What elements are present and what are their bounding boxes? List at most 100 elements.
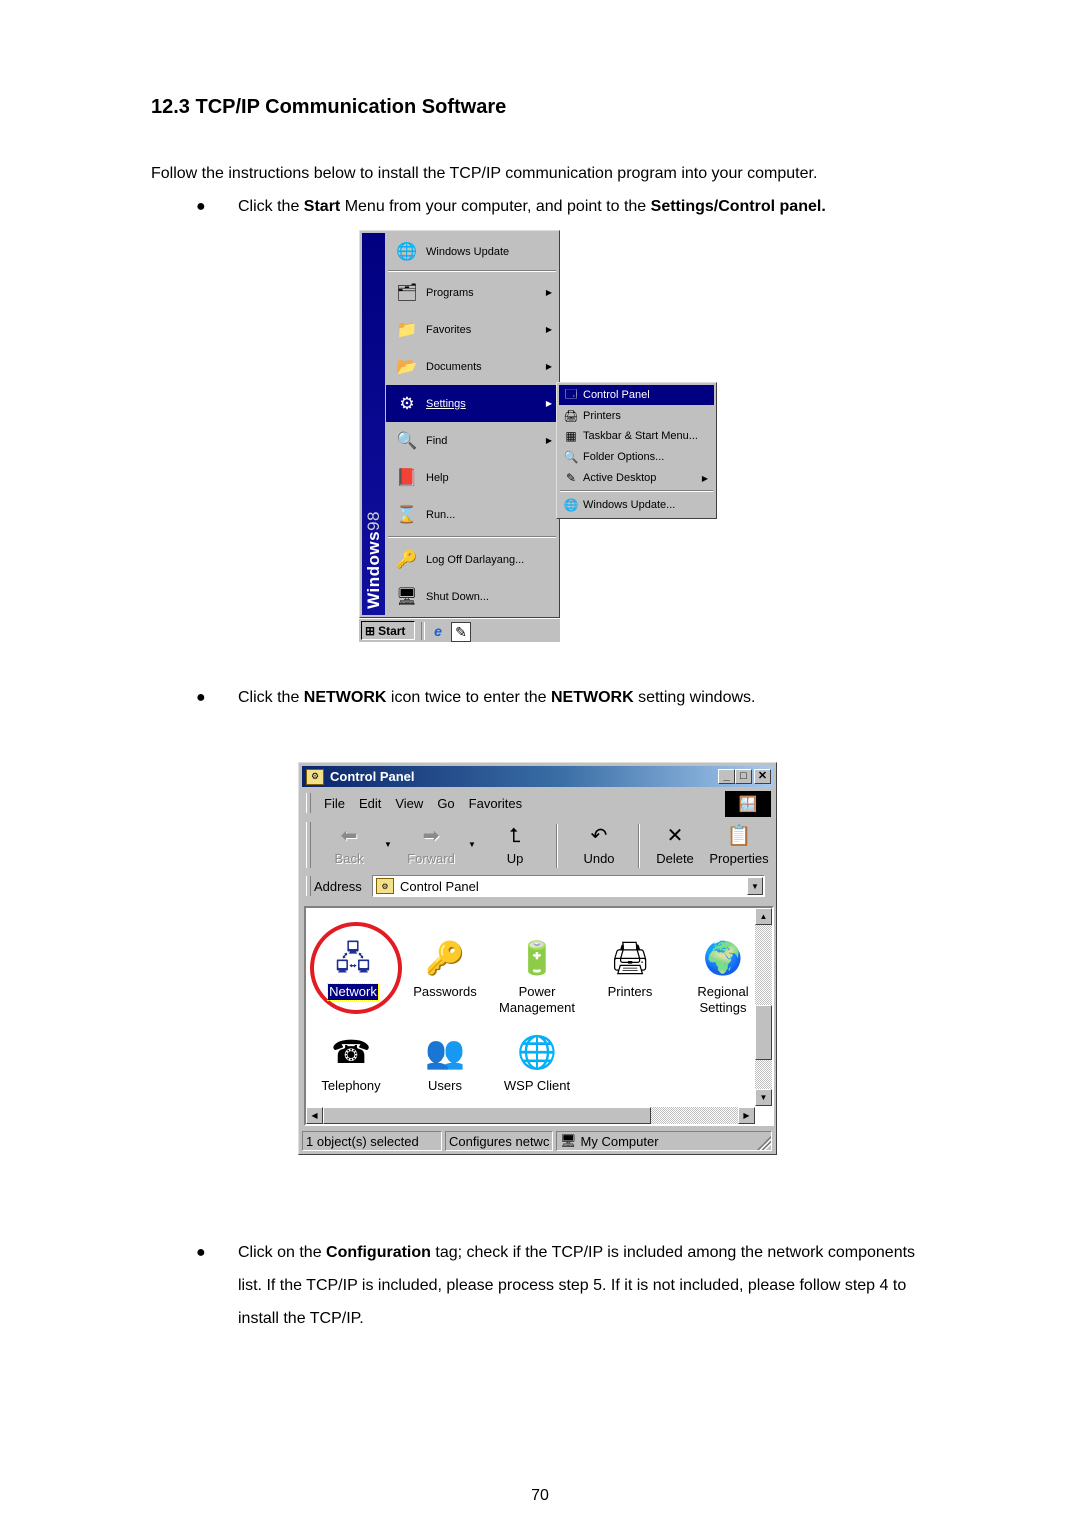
- scroll-down-icon[interactable]: ▼: [755, 1089, 772, 1106]
- start-item-help[interactable]: 📕 Help: [386, 459, 558, 496]
- bullet-3-glyph: ●: [196, 1244, 206, 1261]
- documents-folder-icon: 📂: [396, 356, 418, 376]
- start-item-label: Log Off Darlayang...: [426, 553, 525, 566]
- submenu-item-label: Windows Update...: [583, 499, 676, 511]
- start-button[interactable]: ⊞ Start: [361, 621, 415, 640]
- windows-logo-icon: 🪟: [725, 791, 771, 817]
- address-bar: Address ⚙ Control Panel ▼: [304, 873, 771, 899]
- menu-edit[interactable]: Edit: [359, 796, 381, 811]
- text-run-bold: Settings/Control panel.: [650, 198, 826, 215]
- start-item-log-off[interactable]: 🔑 Log Off Darlayang...: [386, 541, 558, 578]
- taskbar: ⊞ Start e ✎: [359, 618, 560, 642]
- menu-view[interactable]: View: [395, 796, 423, 811]
- submenu-item-label: Printers: [583, 410, 621, 422]
- cp-item-label: Power Management: [499, 984, 575, 1015]
- bullet-1-glyph: ●: [196, 198, 206, 215]
- banner-text: Windows98: [364, 511, 383, 609]
- printers-icon: 🖨: [563, 409, 579, 423]
- cp-item-network[interactable]: 🖧 Network: [308, 936, 398, 1001]
- find-magnifier-icon: 🔍: [396, 430, 418, 450]
- maximize-button[interactable]: □: [735, 769, 752, 784]
- submenu-arrow-icon: ▶: [545, 288, 552, 297]
- back-button[interactable]: ⬅ Back: [314, 820, 384, 870]
- cp-item-label: Network: [327, 983, 379, 1001]
- tool-label: Delete: [656, 851, 694, 866]
- regional-settings-globe-icon: 🌍: [703, 940, 743, 976]
- submenu-item-printers[interactable]: 🖨 Printers: [559, 406, 714, 426]
- start-item-programs[interactable]: 🗂 Programs ▶: [386, 274, 558, 311]
- cp-item-users[interactable]: 👥 Users: [400, 1030, 490, 1094]
- cp-item-wsp-client[interactable]: 🌐 WSP Client: [492, 1030, 582, 1094]
- submenu-item-taskbar[interactable]: ▦ Taskbar & Start Menu...: [559, 426, 714, 446]
- start-item-windows-update[interactable]: 🌐 Windows Update: [386, 233, 558, 270]
- start-item-shut-down[interactable]: 🖥 Shut Down...: [386, 578, 558, 615]
- submenu-item-label: Active Desktop: [583, 472, 657, 484]
- cp-item-printers[interactable]: 🖨 Printers: [585, 936, 675, 1000]
- forward-dropdown-icon[interactable]: ▼: [468, 840, 476, 849]
- tool-label: Up: [506, 851, 524, 866]
- close-button[interactable]: ✕: [754, 769, 771, 784]
- cp-item-telephony[interactable]: ☎ Telephony: [306, 1030, 396, 1094]
- cp-item-power-management[interactable]: 🔋 Power Management: [492, 936, 582, 1016]
- cp-item-passwords[interactable]: 🔑 Passwords: [400, 936, 490, 1000]
- programs-folder-icon: 🗂: [396, 282, 418, 302]
- submenu-item-label: Folder Options...: [583, 451, 665, 463]
- scroll-left-icon[interactable]: ◀: [306, 1107, 323, 1124]
- log-off-key-icon: 🔑: [396, 549, 418, 569]
- settings-icon: ⚙: [399, 393, 415, 413]
- properties-button[interactable]: 📋 Properties: [706, 820, 772, 870]
- folder-options-icon: 🔍: [563, 450, 579, 464]
- forward-button[interactable]: ➡ Forward: [396, 820, 466, 870]
- start-item-favorites[interactable]: 📁 Favorites ▶: [386, 311, 558, 348]
- submenu-arrow-icon: ▶: [545, 362, 552, 371]
- address-dropdown-icon[interactable]: ▼: [747, 877, 763, 895]
- internet-explorer-icon[interactable]: e: [429, 622, 447, 640]
- properties-icon: 📋: [726, 825, 752, 847]
- menu-favorites[interactable]: Favorites: [469, 796, 522, 811]
- minimize-button[interactable]: _: [718, 769, 735, 784]
- submenu-item-windows-update[interactable]: 🌐 Windows Update...: [559, 495, 714, 515]
- toolbar-grip[interactable]: [306, 876, 311, 896]
- vertical-scroll-thumb[interactable]: [755, 1005, 772, 1060]
- intro-paragraph: Follow the instructions below to install…: [151, 165, 818, 182]
- horizontal-scroll-thumb[interactable]: [323, 1107, 651, 1124]
- windows-update-icon: 🌐: [563, 498, 579, 512]
- start-item-settings[interactable]: ⚙ Settings ▶: [386, 385, 558, 422]
- toolbar-grip[interactable]: [306, 822, 311, 868]
- vertical-scrollbar[interactable]: ▲ ▼: [755, 908, 772, 1106]
- start-item-label: Help: [426, 471, 449, 484]
- text-run-bold: Start: [303, 198, 341, 215]
- back-dropdown-icon[interactable]: ▼: [384, 840, 392, 849]
- show-desktop-icon[interactable]: ✎: [451, 622, 471, 642]
- title-bar[interactable]: ⚙ Control Panel _ □ ✕: [302, 766, 773, 787]
- favorites-folder-icon: 📁: [396, 319, 418, 339]
- start-item-find[interactable]: 🔍 Find ▶: [386, 422, 558, 459]
- start-item-documents[interactable]: 📂 Documents ▶: [386, 348, 558, 385]
- text-run: Click on the: [238, 1244, 327, 1261]
- tool-label: Undo: [583, 851, 615, 866]
- submenu-item-active-desktop[interactable]: ✎ Active Desktop ▶: [559, 468, 714, 488]
- users-icon: 👥: [425, 1034, 465, 1070]
- submenu-item-control-panel[interactable]: 🗔 Control Panel: [559, 385, 714, 405]
- submenu-item-folder-options[interactable]: 🔍 Folder Options...: [559, 447, 714, 467]
- scroll-up-icon[interactable]: ▲: [755, 908, 772, 925]
- delete-button[interactable]: ✕ Delete: [640, 820, 710, 870]
- horizontal-scrollbar[interactable]: ◀ ▶: [306, 1107, 755, 1124]
- address-input[interactable]: ⚙ Control Panel ▼: [372, 875, 765, 897]
- start-item-run[interactable]: ⌛ Run...: [386, 496, 558, 533]
- text-run: setting windows.: [633, 689, 756, 706]
- menu-separator: [388, 536, 556, 538]
- undo-button[interactable]: ↶ Undo: [564, 820, 634, 870]
- menu-go[interactable]: Go: [437, 796, 454, 811]
- up-button[interactable]: ⮤ Up: [480, 820, 550, 870]
- status-selected-count: 1 object(s) selected: [302, 1131, 442, 1151]
- menu-file[interactable]: File: [324, 796, 345, 811]
- control-panel-icon: ⚙: [306, 768, 324, 785]
- start-menu: Windows98 🌐 Windows Update 🗂 Programs ▶ …: [359, 230, 560, 618]
- toolbar-grip[interactable]: [306, 793, 311, 813]
- settings-submenu: 🗔 Control Panel 🖨 Printers ▦ Taskbar & S…: [556, 382, 717, 519]
- forward-arrow-icon: ➡: [422, 825, 440, 847]
- resize-grip[interactable]: [757, 1136, 771, 1150]
- scroll-right-icon[interactable]: ▶: [738, 1107, 755, 1124]
- menu-bar: File Edit View Go Favorites: [304, 790, 724, 816]
